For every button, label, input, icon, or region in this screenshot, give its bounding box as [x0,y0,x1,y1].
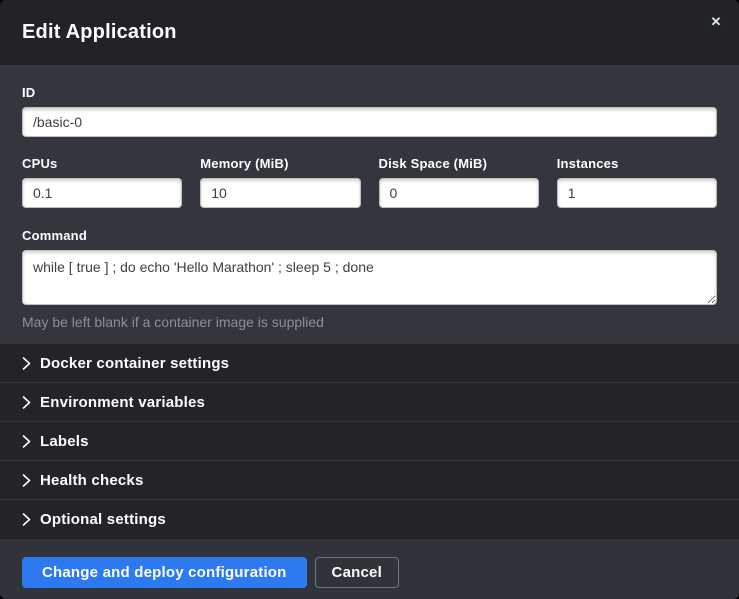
instances-label: Instances [557,156,717,171]
section-label: Health checks [40,472,143,489]
cancel-button[interactable]: Cancel [315,557,399,588]
collapsible-sections: Docker container settings Environment va… [0,344,739,539]
disk-input[interactable] [379,178,539,208]
disk-label: Disk Space (MiB) [379,156,539,171]
command-label: Command [22,228,717,243]
id-field-group: ID [22,85,717,137]
instances-field-group: Instances [557,156,717,208]
id-input[interactable] [22,107,717,137]
memory-field-group: Memory (MiB) [200,156,360,208]
memory-input[interactable] [200,178,360,208]
chevron-right-icon [22,435,31,448]
section-health-checks[interactable]: Health checks [0,461,739,500]
chevron-right-icon [22,474,31,487]
section-environment-variables[interactable]: Environment variables [0,383,739,422]
section-labels[interactable]: Labels [0,422,739,461]
cpus-field-group: CPUs [22,156,182,208]
id-label: ID [22,85,717,100]
instances-input[interactable] [557,178,717,208]
resources-row: CPUs Memory (MiB) Disk Space (MiB) Insta… [22,156,717,208]
chevron-right-icon [22,396,31,409]
disk-field-group: Disk Space (MiB) [379,156,539,208]
section-label: Docker container settings [40,355,229,372]
modal-footer: Change and deploy configuration Cancel [0,539,739,599]
close-icon[interactable]: ✕ [707,13,725,31]
page-title: Edit Application [22,21,177,44]
section-optional-settings[interactable]: Optional settings [0,500,739,539]
edit-application-modal: Edit Application ✕ ID CPUs Memory (MiB) … [0,0,739,599]
command-textarea[interactable]: while [ true ] ; do echo 'Hello Marathon… [22,250,717,305]
command-help-text: May be left blank if a container image i… [22,314,717,330]
cpus-label: CPUs [22,156,182,171]
chevron-right-icon [22,513,31,526]
change-and-deploy-button[interactable]: Change and deploy configuration [22,557,307,588]
section-docker-container-settings[interactable]: Docker container settings [0,344,739,383]
memory-label: Memory (MiB) [200,156,360,171]
section-label: Labels [40,433,89,450]
command-field-group: Command while [ true ] ; do echo 'Hello … [22,228,717,330]
section-label: Optional settings [40,511,166,528]
modal-header: Edit Application ✕ [0,0,739,65]
chevron-right-icon [22,357,31,370]
application-form: ID CPUs Memory (MiB) Disk Space (MiB) In… [0,65,739,344]
section-label: Environment variables [40,394,205,411]
cpus-input[interactable] [22,178,182,208]
